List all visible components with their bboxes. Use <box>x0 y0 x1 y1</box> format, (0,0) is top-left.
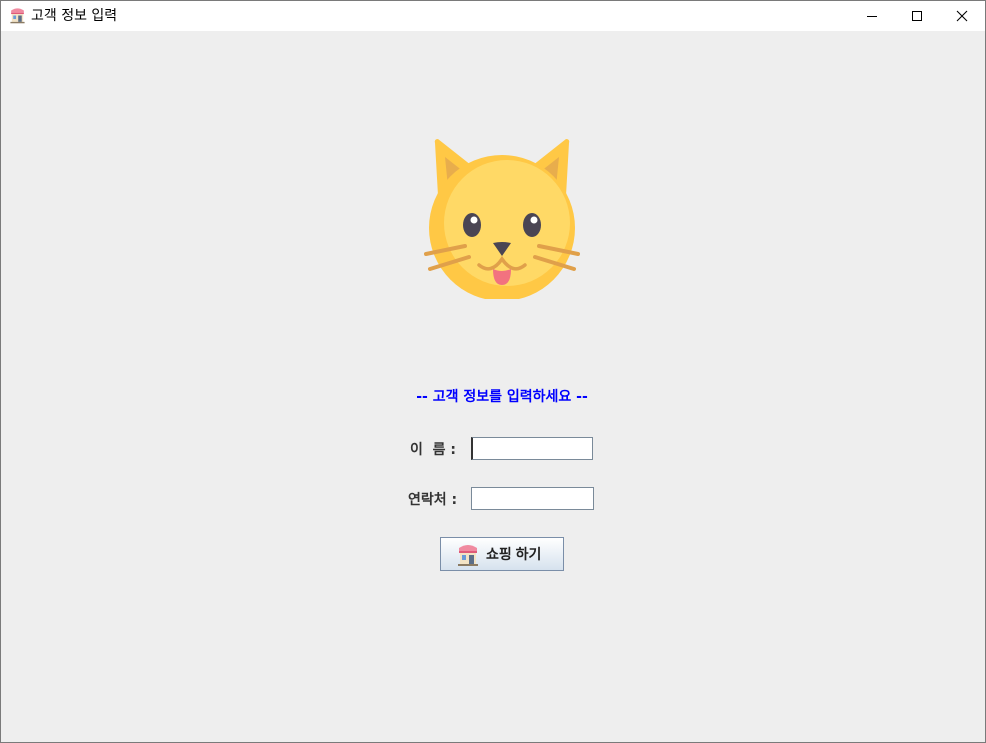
name-input[interactable] <box>471 437 593 460</box>
shopping-button-label: 쇼핑 하기 <box>486 546 542 562</box>
minimize-button[interactable] <box>849 1 895 31</box>
app-window: 고객 정보 입력 -- 고객 정보를 입력하세요 -- 이 름: 연락처: … <box>0 0 986 743</box>
phone-input[interactable] <box>471 487 594 510</box>
window-title: 고객 정보 입력 <box>31 8 118 24</box>
maximize-button[interactable] <box>894 1 940 31</box>
shop-icon <box>458 545 478 566</box>
name-label: 이 름 : <box>410 442 456 458</box>
close-button[interactable] <box>939 1 985 31</box>
shopping-button[interactable]: 쇼핑 하기 <box>440 537 564 571</box>
shop-icon <box>10 8 25 24</box>
form-prompt: -- 고객 정보를 입력하세요 -- <box>416 389 588 405</box>
cat-face-icon <box>424 139 580 299</box>
close-icon <box>956 10 968 22</box>
title-bar[interactable]: 고객 정보 입력 <box>1 1 985 31</box>
phone-label: 연락처 : <box>408 492 458 508</box>
minimize-icon <box>867 16 877 17</box>
maximize-icon <box>912 11 922 21</box>
